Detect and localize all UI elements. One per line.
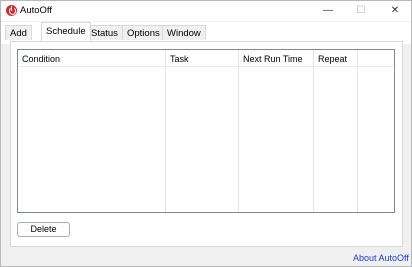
tab-schedule[interactable]: Schedule	[41, 22, 91, 41]
title-bar[interactable]: AutoOff — ☐ ✕	[1, 1, 411, 21]
column-header-next-run-time[interactable]: Next Run Time	[243, 54, 303, 64]
power-icon	[6, 5, 17, 16]
column-header-condition[interactable]: Condition	[22, 54, 60, 64]
delete-button[interactable]: Delete	[17, 222, 70, 237]
window-title: AutoOff	[20, 5, 53, 16]
tab-add[interactable]: Add	[5, 25, 32, 40]
column-repeat: Repeat	[314, 50, 358, 212]
app-window: AutoOff — ☐ ✕ Add Schedule Status Option…	[0, 0, 412, 267]
schedule-list[interactable]: Condition Task Next Run Time Repeat	[17, 49, 395, 213]
tab-options[interactable]: Options	[122, 25, 165, 40]
tab-window[interactable]: Window	[162, 25, 206, 40]
tab-status[interactable]: Status	[86, 25, 123, 40]
column-task: Task	[166, 50, 239, 212]
column-condition: Condition	[18, 50, 166, 212]
column-header-task[interactable]: Task	[170, 54, 189, 64]
column-next-run-time: Next Run Time	[239, 50, 314, 212]
about-link[interactable]: About AutoOff	[353, 253, 409, 263]
column-header-repeat[interactable]: Repeat	[318, 54, 347, 64]
close-button[interactable]: ✕	[375, 1, 412, 21]
